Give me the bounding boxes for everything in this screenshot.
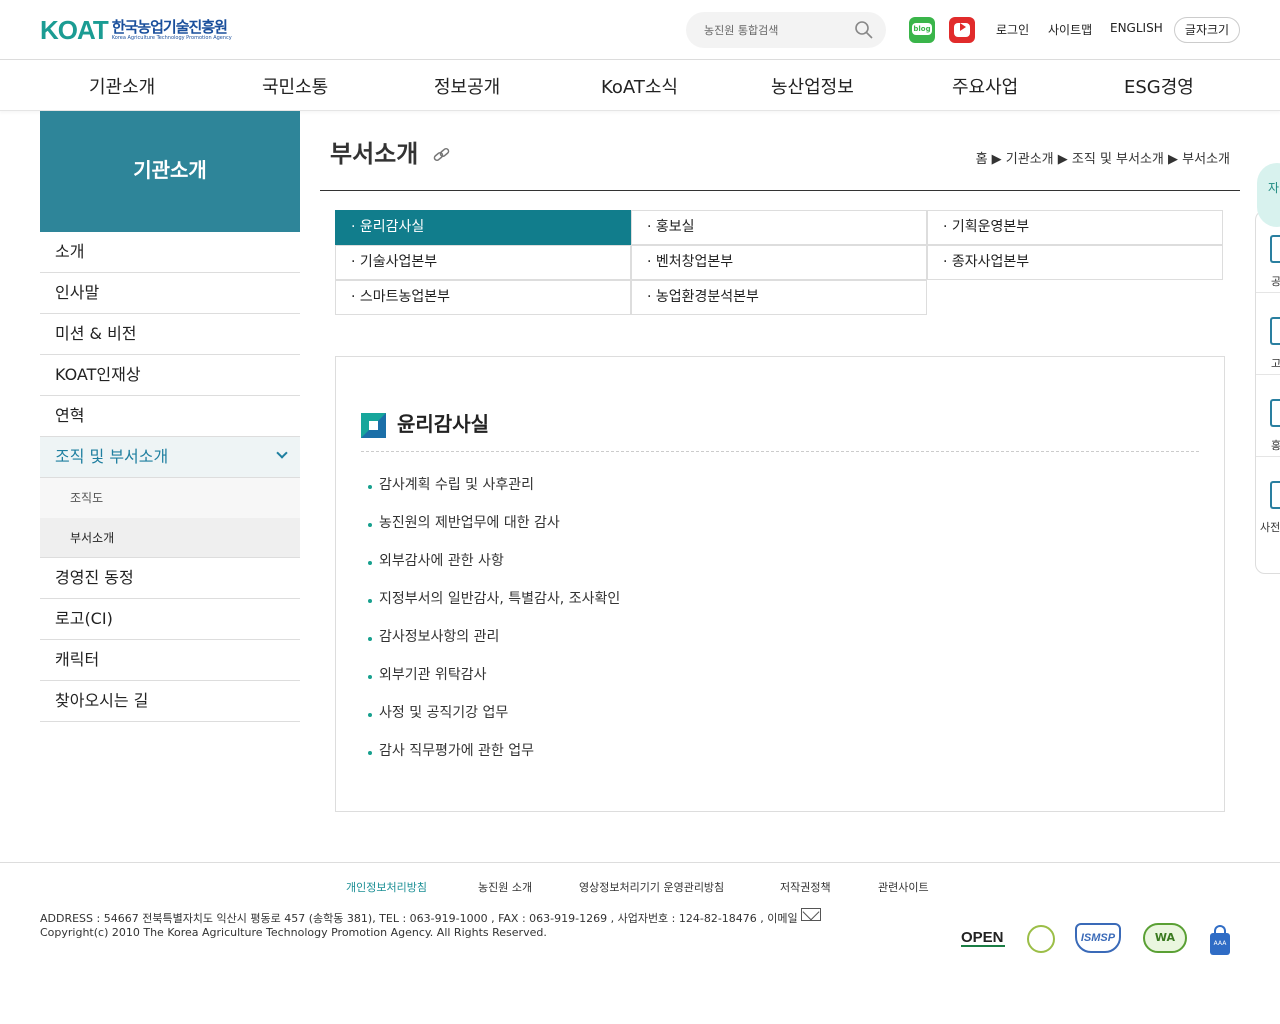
logo-english-name: Korea Agriculture Technology Promotion A…	[111, 34, 232, 41]
nav-item-intro[interactable]: 기관소개	[89, 73, 155, 99]
quick-item-2[interactable]: 고	[1256, 293, 1280, 375]
sidebar-item-organization[interactable]: 조직 및 부서소개	[40, 437, 300, 478]
tab-pr[interactable]: · 홍보실	[631, 210, 927, 245]
duty-item: 외부기관 위탁감사	[368, 665, 620, 703]
footer-link-related-sites[interactable]: 관련사이트	[878, 879, 929, 895]
nav-item-disclosure[interactable]: 정보공개	[434, 73, 500, 99]
sidebar-item-mission[interactable]: 미션 & 비전	[40, 314, 300, 355]
page-title: 부서소개	[330, 140, 419, 168]
sidebar-item-directions[interactable]: 찾아오시는 길	[40, 681, 300, 722]
sidebar-item-talent[interactable]: KOAT인재상	[40, 355, 300, 396]
sidebar-subitem-org-chart[interactable]: 조직도	[40, 478, 300, 518]
login-link[interactable]: 로그인	[996, 21, 1029, 38]
panel-divider	[361, 451, 1199, 452]
logo-mark: KOAT	[40, 15, 109, 45]
duty-list: 감사계획 수립 및 사후관리 농진원의 제반업무에 대한 감사 외부감사에 관한…	[368, 475, 620, 779]
blog-icon[interactable]: blog	[909, 17, 935, 43]
tab-environment-analysis[interactable]: · 농업환경분석본부	[631, 280, 927, 315]
search-icon[interactable]	[854, 20, 874, 40]
site-header: KOAT 한국농업기술진흥원 Korea Agriculture Technol…	[0, 0, 1280, 60]
nav-item-industry-info[interactable]: 농산업정보	[771, 73, 854, 99]
duty-item: 감사 직무평가에 관한 업무	[368, 741, 620, 779]
web-accessibility-badge: WA	[1143, 923, 1187, 953]
sidebar-subitem-departments[interactable]: 부서소개	[40, 518, 300, 558]
square-bullet-icon	[361, 413, 386, 438]
quick-item-3[interactable]: 홍	[1256, 375, 1280, 457]
tab-planning[interactable]: · 기획운영본부	[927, 210, 1223, 245]
sidebar-item-character[interactable]: 캐릭터	[40, 640, 300, 681]
mail-icon[interactable]	[801, 908, 821, 921]
site-footer: 개인정보처리방침 농진원 소개 영상정보처리기기 운영관리방침 저작권정책 관련…	[0, 862, 1280, 1024]
link-icon[interactable]	[433, 147, 451, 163]
duty-item: 지정부서의 일반감사, 특별감사, 조사확인	[368, 589, 620, 627]
open-badge-underline	[961, 945, 1005, 947]
english-link[interactable]: ENGLISH	[1110, 21, 1163, 35]
department-title: 윤리감사실	[397, 412, 489, 436]
site-logo[interactable]: KOAT 한국농업기술진흥원 Korea Agriculture Technol…	[40, 17, 232, 43]
sidebar-item-about[interactable]: 소개	[40, 232, 300, 273]
tab-tech-business[interactable]: · 기술사업본부	[335, 245, 631, 280]
ismsp-badge: ISMSP	[1075, 923, 1121, 953]
quick-menu-header[interactable]: 자	[1257, 163, 1280, 227]
youtube-play-icon	[954, 23, 970, 37]
footer-copyright: Copyright(c) 2010 The Korea Agriculture …	[40, 926, 547, 939]
nav-item-news[interactable]: KoAT소식	[601, 73, 678, 99]
duty-item: 농진원의 제반업무에 대한 감사	[368, 513, 620, 551]
duty-item: 사정 및 공직기강 업무	[368, 703, 620, 741]
sidebar-item-logo-ci[interactable]: 로고(CI)	[40, 599, 300, 640]
main-nav: 기관소개 국민소통 정보공개 KoAT소식 농산업정보 주요사업 ESG경영	[0, 61, 1280, 111]
logo-korean-name: 한국농업기술진흥원	[111, 17, 228, 36]
quick-item-label: 공	[1271, 275, 1280, 288]
quick-menu: 공 고 홍 사전	[1255, 210, 1280, 574]
sidebar-title: 기관소개	[40, 111, 300, 232]
tab-venture[interactable]: · 벤처창업본부	[631, 245, 927, 280]
sidebar-item-executives[interactable]: 경영진 동정	[40, 558, 300, 599]
nav-item-esg[interactable]: ESG경영	[1124, 73, 1194, 99]
sidebar-item-greeting[interactable]: 인사말	[40, 273, 300, 314]
footer-address: ADDRESS : 54667 전북특별자치도 익산시 평동로 457 (송학동…	[40, 912, 798, 925]
open-license-badge: OPEN	[961, 921, 1007, 955]
monitor-icon	[1270, 399, 1280, 427]
security-lock-badge: AAA	[1210, 925, 1230, 955]
department-panel: 윤리감사실 감사계획 수립 및 사후관리 농진원의 제반업무에 대한 감사 외부…	[335, 356, 1225, 812]
duty-item: 외부감사에 관한 사항	[368, 551, 620, 589]
tab-seed-business[interactable]: · 종자사업본부	[927, 245, 1223, 280]
tab-ethics-audit[interactable]: · 윤리감사실	[335, 210, 631, 245]
sidebar-item-label: 조직 및 부서소개	[55, 447, 169, 466]
quick-item-label: 고	[1271, 357, 1280, 370]
tab-smart-farming[interactable]: · 스마트농업본부	[335, 280, 631, 315]
footer-link-privacy[interactable]: 개인정보처리방침	[346, 879, 427, 895]
duty-item: 감사정보사항의 관리	[368, 627, 620, 665]
sidebar-item-history[interactable]: 연혁	[40, 396, 300, 437]
notice-icon	[1270, 317, 1280, 345]
quick-item-label: 사전	[1260, 521, 1280, 534]
chevron-down-icon	[276, 447, 288, 459]
search-input[interactable]	[704, 21, 844, 39]
quick-item-4[interactable]: 사전	[1256, 457, 1280, 539]
certification-badge	[1027, 925, 1055, 953]
sitemap-link[interactable]: 사이트맵	[1048, 21, 1092, 38]
quick-item-label: 홍	[1271, 439, 1280, 452]
document-icon	[1270, 235, 1280, 263]
nav-item-business[interactable]: 주요사업	[952, 73, 1018, 99]
blog-label: blog	[912, 23, 932, 35]
footer-link-about[interactable]: 농진원 소개	[478, 879, 532, 895]
breadcrumb: 홈 ▶ 기관소개 ▶ 조직 및 부서소개 ▶ 부서소개	[975, 152, 1230, 167]
sidebar-menu: 소개 인사말 미션 & 비전 KOAT인재상 연혁 조직 및 부서소개 조직도 …	[40, 232, 300, 722]
youtube-icon[interactable]	[949, 17, 975, 43]
search-box	[686, 12, 886, 48]
open-badge-label: OPEN	[961, 929, 1004, 946]
hand-icon	[1270, 481, 1280, 509]
quick-menu-header-label: 자	[1268, 181, 1280, 195]
footer-link-cctv-policy[interactable]: 영상정보처리기기 운영관리방침	[579, 879, 724, 895]
duty-item: 감사계획 수립 및 사후관리	[368, 475, 620, 513]
nav-item-communication[interactable]: 국민소통	[262, 73, 328, 99]
title-divider	[320, 190, 1240, 191]
logo-text: 한국농업기술진흥원 Korea Agriculture Technology P…	[112, 19, 232, 42]
font-size-button[interactable]: 글자크기	[1174, 17, 1240, 43]
footer-link-copyright[interactable]: 저작권정책	[780, 879, 831, 895]
